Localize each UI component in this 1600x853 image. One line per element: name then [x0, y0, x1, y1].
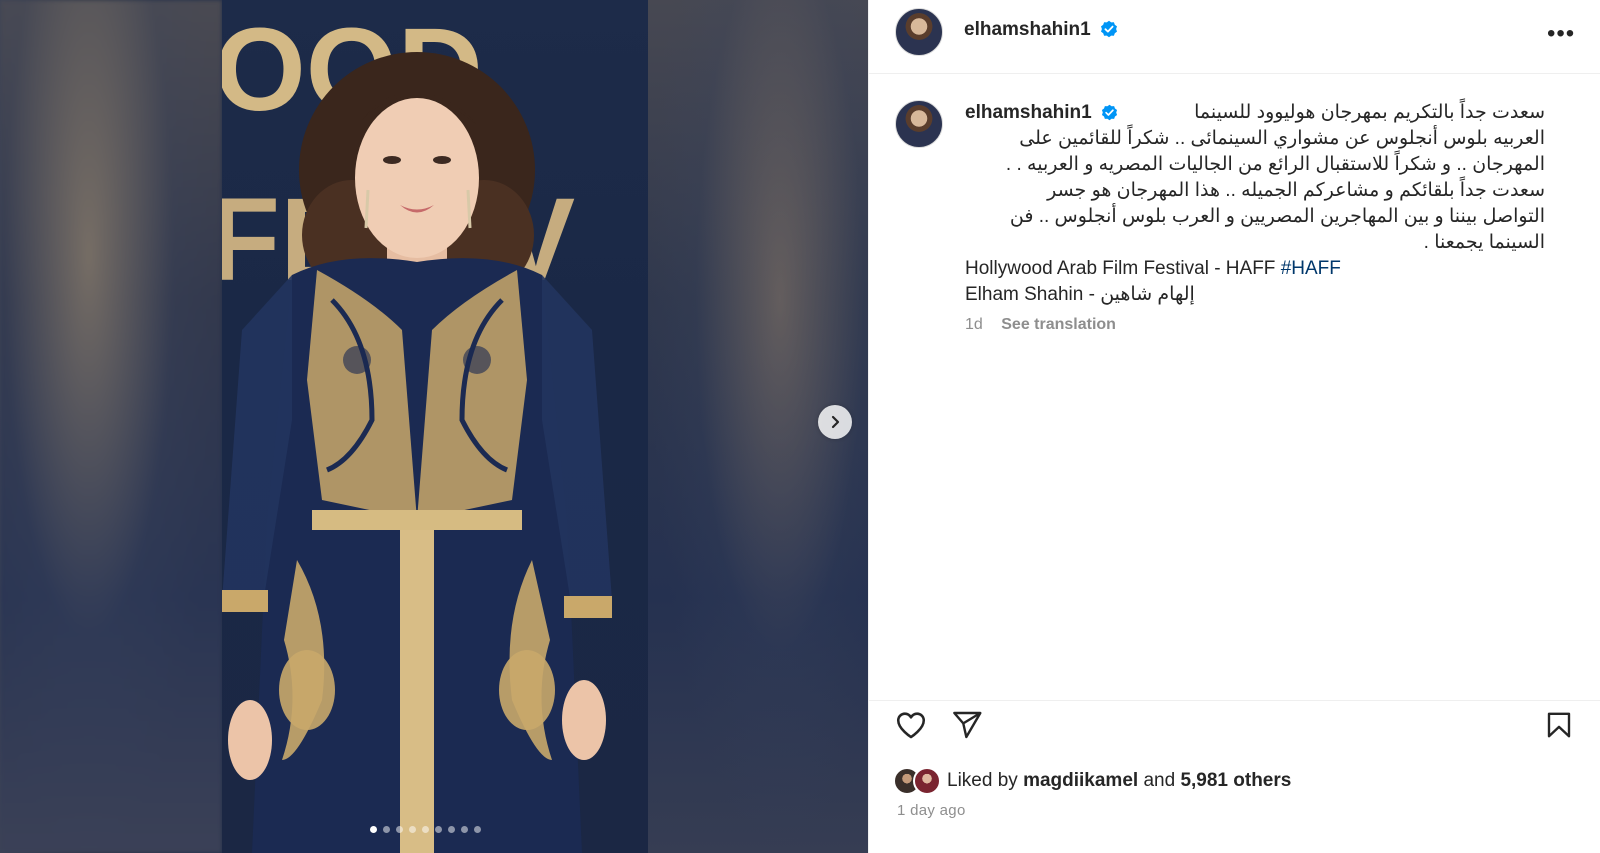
carousel-dot — [474, 826, 481, 833]
caption-line-2: العربيه بلوس أنجلوس عن مشواري السينمائى … — [1019, 128, 1545, 149]
carousel-indicator — [370, 826, 481, 833]
carousel-next-button[interactable] — [818, 405, 852, 439]
chevron-right-icon — [831, 415, 840, 429]
caption-username[interactable]: elhamshahin1 — [965, 102, 1118, 124]
carousel-dot — [396, 826, 403, 833]
post-media[interactable]: OOD FE TIV — [0, 0, 868, 853]
post-time-short: 1d — [965, 316, 983, 333]
carousel-dot — [409, 826, 416, 833]
caption-name-line: Elham Shahin - إلهام شاهين — [965, 284, 1195, 305]
carousel-dot — [448, 826, 455, 833]
caption-author-avatar[interactable] — [895, 100, 943, 148]
likes-text: Liked by magdiikamel and 5,981 others — [947, 770, 1292, 791]
carousel-dot — [422, 826, 429, 833]
more-options-button[interactable]: ••• — [1547, 20, 1575, 48]
photo-illustration: OOD FE TIV — [222, 4, 612, 853]
caption-username-text[interactable]: elhamshahin1 — [965, 102, 1092, 123]
bookmark-icon — [1547, 712, 1571, 738]
caption-festival-line: Hollywood Arab Film Festival - HAFF #HAF… — [965, 258, 1341, 279]
caption-line-3: المهرجان .. و شكراً للاستقبال الرائع من … — [1005, 154, 1545, 175]
carousel-dot — [370, 826, 377, 833]
carousel-dot — [435, 826, 442, 833]
caption-line-5: التواصل بيننا و بين المهاجرين المصريين و… — [1009, 206, 1545, 227]
caption-meta: 1d See translation — [965, 316, 1116, 334]
hashtag-link[interactable]: #HAFF — [1281, 258, 1341, 279]
verified-badge-icon — [1101, 104, 1118, 121]
heart-icon — [896, 712, 926, 739]
caption-line-6: السينما يجمعنا . — [1423, 232, 1545, 253]
liker-avatar — [913, 767, 941, 795]
post-actions: Liked by magdiikamel and 5,981 others 1 … — [869, 700, 1600, 850]
liker-username[interactable]: magdiikamel — [1023, 770, 1138, 791]
share-button[interactable] — [949, 707, 985, 743]
author-username[interactable]: elhamshahin1 — [964, 19, 1118, 41]
post-photo[interactable]: OOD FE TIV — [222, 0, 648, 853]
carousel-dot — [383, 826, 390, 833]
verified-badge-icon — [1101, 20, 1117, 38]
carousel-dot — [461, 826, 468, 833]
post-side-panel: elhamshahin1 ••• سعدت جداً بالتكريم بمهر… — [868, 0, 1600, 853]
see-translation-link[interactable]: See translation — [1001, 316, 1116, 333]
likes-others-link[interactable]: 5,981 others — [1180, 770, 1291, 791]
post-timestamp: 1 day ago — [897, 802, 966, 819]
like-button[interactable] — [893, 707, 929, 743]
caption-line-4: سعدت جداً بلقائكم و مشاعركم الجميله .. ه… — [1047, 180, 1545, 201]
save-button[interactable] — [1541, 707, 1577, 743]
blurred-backdrop-left — [0, 0, 222, 853]
author-avatar[interactable] — [895, 8, 943, 56]
send-icon — [953, 711, 982, 739]
author-username-text[interactable]: elhamshahin1 — [964, 19, 1091, 40]
post-header: elhamshahin1 ••• — [869, 0, 1600, 74]
likes-summary[interactable]: Liked by magdiikamel and 5,981 others — [893, 767, 1291, 795]
